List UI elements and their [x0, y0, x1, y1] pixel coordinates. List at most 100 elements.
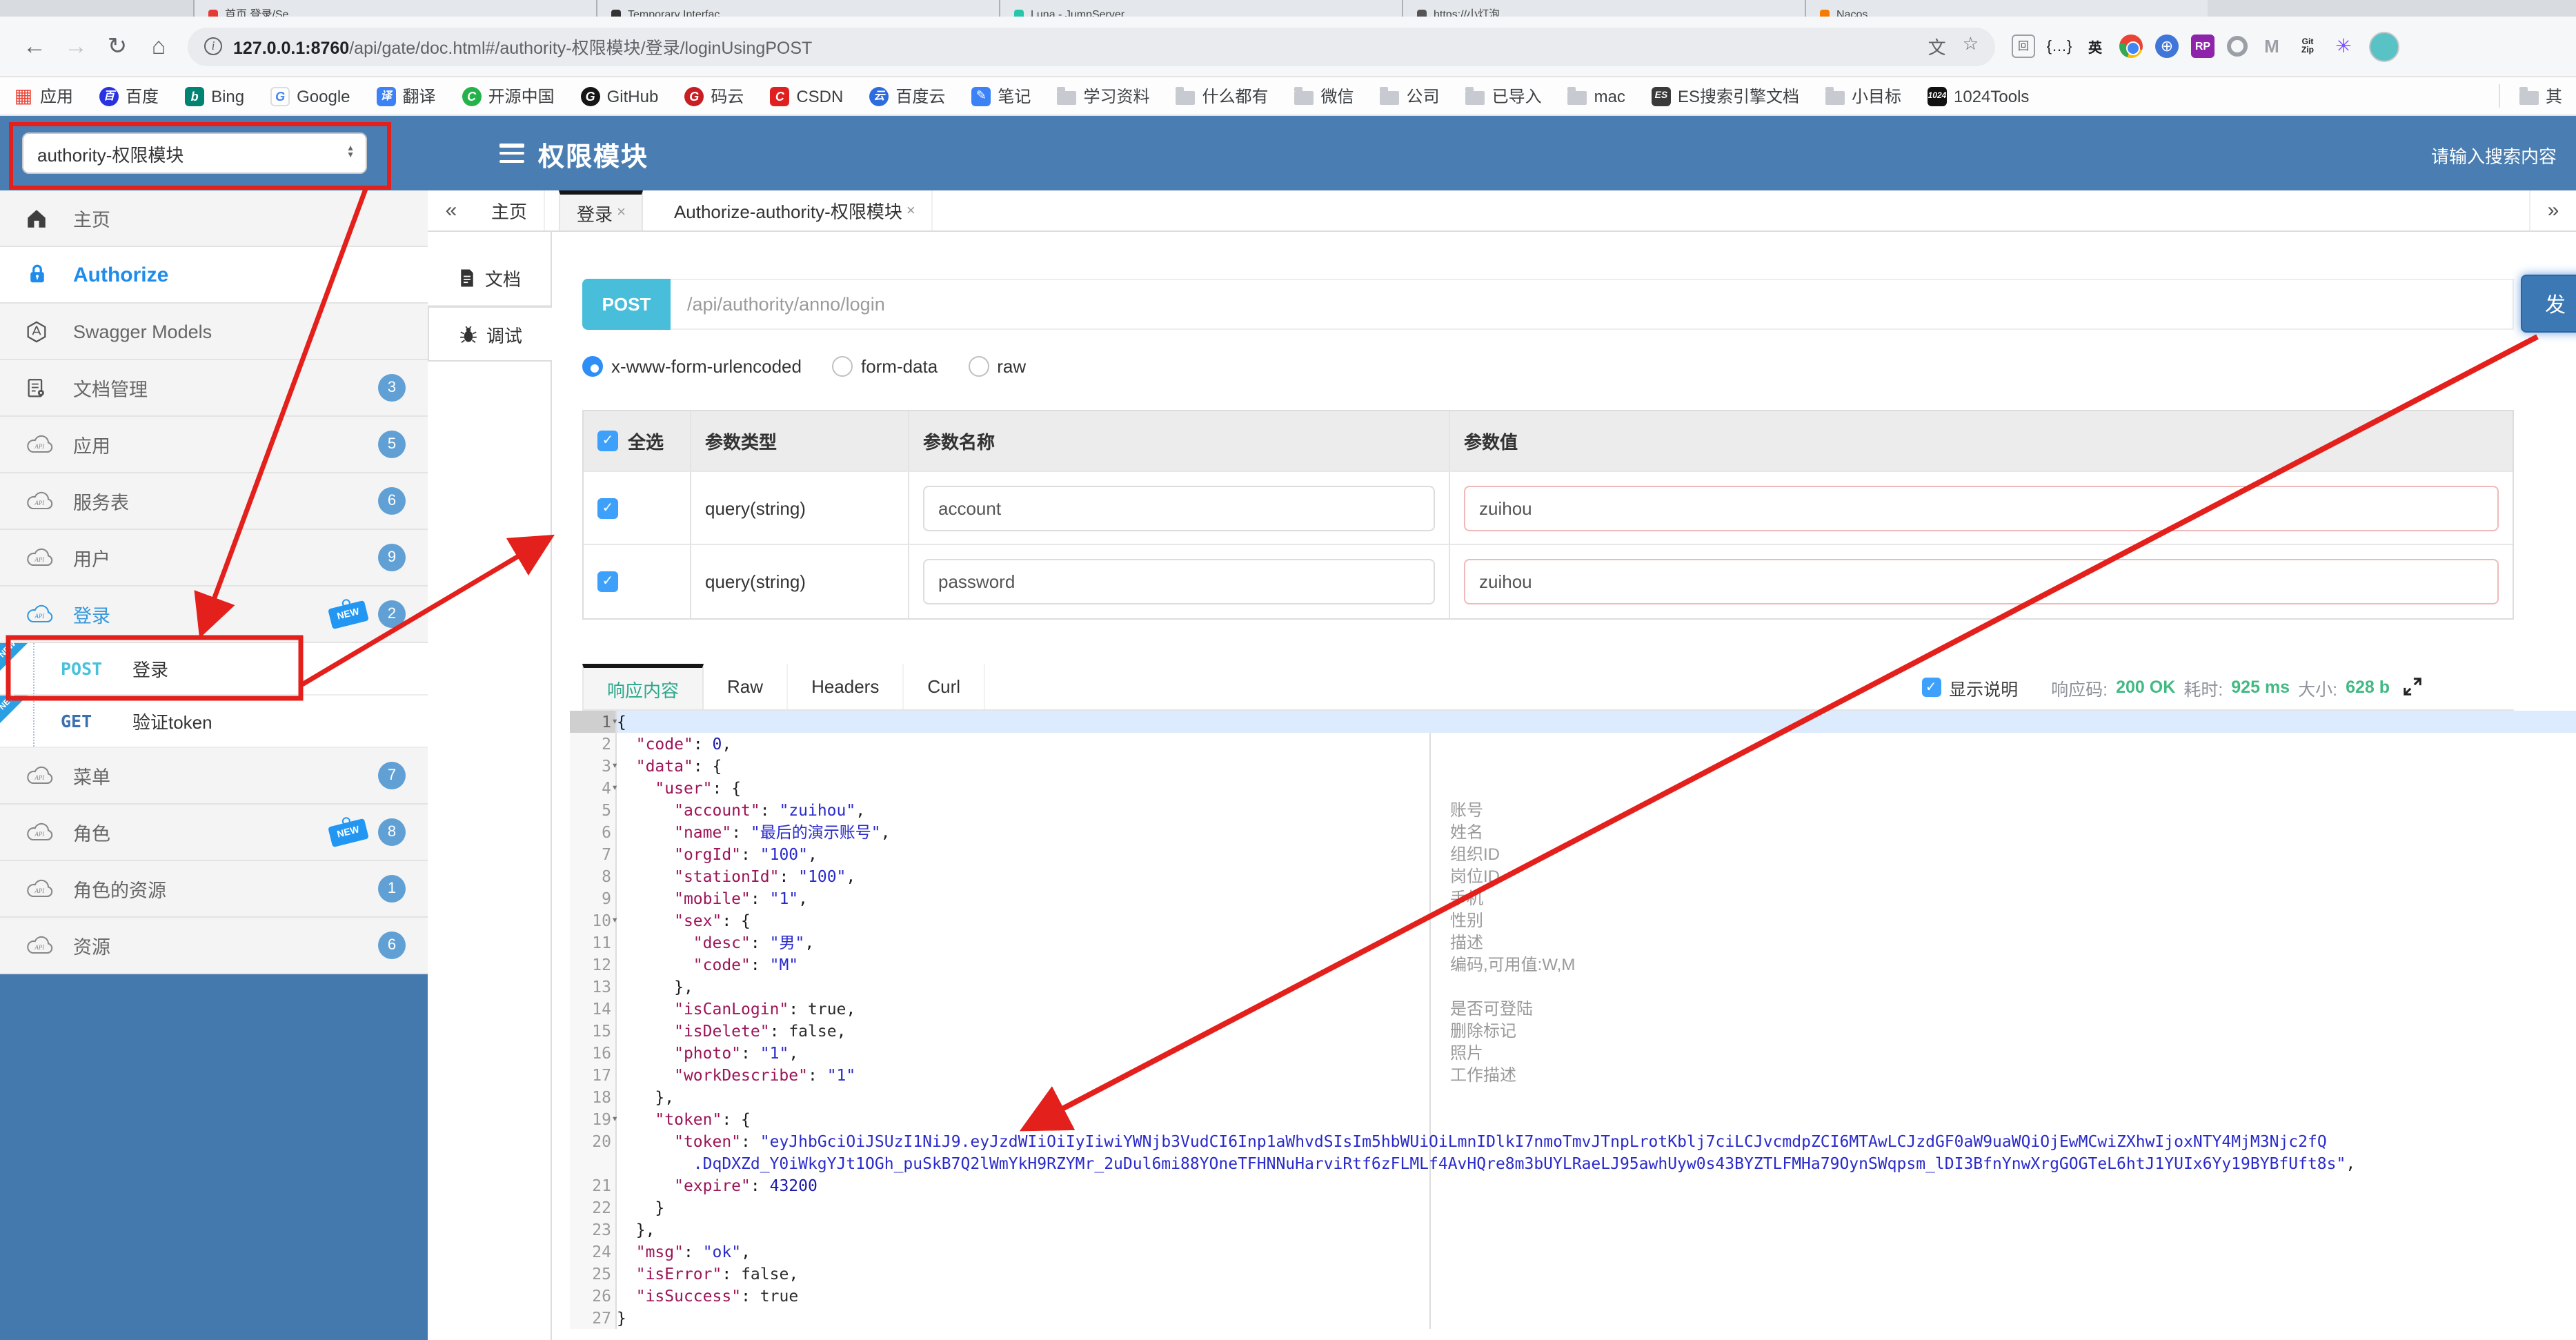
sidebar-item-Swagger Models[interactable]: Swagger Models [0, 304, 428, 360]
line-number[interactable]: 2 [570, 733, 615, 755]
oo-extension-icon[interactable] [2227, 36, 2248, 57]
line-number[interactable]: 24 [570, 1241, 615, 1263]
brace-extension-icon[interactable]: {…} [2047, 35, 2072, 58]
bookmark-item[interactable]: mac [1567, 86, 1625, 106]
gitzip-extension-icon[interactable]: Git Zip [2296, 35, 2319, 58]
bookmark-item[interactable]: 1024 1024Tools [1928, 86, 2029, 106]
sidebar-endpoint-登录[interactable]: NEW POST 登录 [0, 640, 428, 696]
sidebar-item-主页[interactable]: 主页 [0, 190, 428, 247]
line-number[interactable]: 27 [570, 1307, 615, 1329]
browser-tab[interactable]: Luna - JumpServer [999, 0, 1402, 17]
param-checkbox[interactable] [597, 497, 618, 518]
response-editor[interactable]: 1 ▾ 2 3 ▾ 4 ▾ 5 6 7 8 9 10 ▾ 11 12 13 14 15 16 17 18 19 ▾ 20 21 22… [570, 711, 2576, 1329]
line-number[interactable]: 22 [570, 1196, 615, 1219]
line-number[interactable]: 21 [570, 1174, 615, 1196]
radio-icon[interactable] [582, 356, 603, 377]
bookmark-item[interactable]: C CSDN [770, 86, 843, 106]
line-number[interactable]: 12 [570, 954, 615, 976]
param-value-input[interactable]: zuihou [1464, 485, 2499, 531]
sidebar-item-登录[interactable]: API 登录 NEW 2 [0, 587, 428, 643]
response-tab-Curl[interactable]: Curl [904, 664, 986, 709]
bookmark-item[interactable]: ▦ 应用 [14, 84, 73, 108]
line-number[interactable]: 14 [570, 998, 615, 1020]
line-number[interactable]: 6 [570, 821, 615, 843]
en-extension-icon[interactable]: 英 [2083, 35, 2107, 58]
site-info-icon[interactable]: i [204, 37, 222, 55]
bookmark-item[interactable]: 百百度 [99, 84, 159, 108]
close-tab-icon[interactable]: × [617, 204, 626, 221]
tabs-scroll-left-icon[interactable]: « [428, 190, 475, 230]
forward-icon[interactable]: → [55, 32, 97, 60]
radio-raw[interactable]: raw [968, 356, 1026, 377]
line-number[interactable]: 23 [570, 1219, 615, 1241]
line-number[interactable]: 16 [570, 1042, 615, 1064]
line-number[interactable]: 26 [570, 1285, 615, 1307]
radio-icon[interactable] [968, 356, 989, 377]
bookmark-item[interactable]: 已导入 [1465, 84, 1542, 108]
param-checkbox[interactable] [597, 571, 618, 592]
browser-tab[interactable]: Nacos [1805, 0, 2208, 17]
line-number[interactable]: 15 [570, 1020, 615, 1042]
bookmark-item[interactable]: C 开源中国 [462, 84, 555, 108]
sidebar-item-角色[interactable]: API 角色 NEW 8 [0, 805, 428, 861]
line-number[interactable]: 9 [570, 887, 615, 909]
browser-tab[interactable]: Temporary Interfac… [596, 0, 999, 17]
sidebar-item-Authorize[interactable]: Authorize [0, 247, 428, 304]
sidebar-item-菜单[interactable]: API 菜单 7 [0, 748, 428, 805]
qr-extension-icon[interactable]: 回 [2012, 35, 2035, 58]
line-number[interactable]: 4 ▾ [570, 777, 618, 799]
line-number[interactable]: 18 [570, 1086, 615, 1108]
bookmark-item[interactable]: 什么都有 [1176, 84, 1269, 108]
star8-extension-icon[interactable]: ✳ [2332, 35, 2355, 58]
select-all-checkbox[interactable] [597, 431, 618, 451]
bookmark-item[interactable]: G 码云 [684, 84, 744, 108]
line-number[interactable]: 5 [570, 799, 615, 821]
sidebar-item-资源[interactable]: API 资源 6 [0, 918, 428, 974]
bookmark-item[interactable]: ✎ 笔记 [971, 84, 1031, 108]
globe-extension-icon[interactable]: ⊕ [2155, 35, 2179, 58]
rp-extension-icon[interactable]: RP [2191, 35, 2215, 58]
other-bookmarks[interactable]: 其 [2498, 84, 2562, 108]
response-tab-响应内容[interactable]: 响应内容 [582, 664, 704, 709]
sidebar-item-文档管理[interactable]: 文档管理 3 [0, 360, 428, 417]
bookmark-item[interactable]: G Google [270, 86, 350, 106]
bookmark-item[interactable]: 译翻译 [376, 84, 436, 108]
tab-主页[interactable]: 主页 [475, 190, 546, 230]
tab-文档[interactable]: 文档 [428, 251, 551, 306]
line-number[interactable]: 1 ▾ [570, 711, 618, 733]
param-name-input[interactable]: password [923, 559, 1435, 604]
line-number[interactable]: 20 [570, 1130, 615, 1174]
line-number[interactable]: 11 [570, 932, 615, 954]
url-bar[interactable]: i 127.0.0.1:8760/api/gate/doc.html#/auth… [188, 27, 1995, 66]
param-name-input[interactable]: account [923, 485, 1435, 531]
chrome-extension-icon[interactable] [2119, 35, 2143, 58]
line-number[interactable]: 7 [570, 843, 615, 865]
bookmark-item[interactable]: b Bing [185, 86, 244, 106]
request-url-input[interactable]: /api/authority/anno/login [671, 279, 2514, 330]
tab-调试[interactable]: 调试 [428, 306, 552, 362]
bookmark-item[interactable]: G GitHub [580, 86, 658, 106]
tab-Authorize-authority-权限模块[interactable]: Authorize-authority-权限模块 × [657, 190, 933, 230]
translate-icon[interactable]: 文 [1928, 33, 1946, 59]
sidebar-endpoint-验证token[interactable]: NEW GET 验证token [0, 693, 428, 748]
line-number[interactable]: 8 [570, 865, 615, 887]
send-button[interactable]: 发 [2521, 275, 2576, 333]
radio-form-data[interactable]: form-data [831, 356, 938, 377]
bookmark-item[interactable]: ES ES搜索引擎文档 [1651, 84, 1799, 108]
radio-icon[interactable] [831, 356, 853, 377]
response-tab-Raw[interactable]: Raw [704, 664, 789, 709]
line-number[interactable]: 10 ▾ [570, 909, 618, 932]
response-tab-Headers[interactable]: Headers [788, 664, 904, 709]
sidebar-item-服务表[interactable]: API 服务表 6 [0, 473, 428, 530]
sidebar-item-应用[interactable]: API 应用 5 [0, 417, 428, 473]
line-number[interactable]: 17 [570, 1064, 615, 1086]
tabs-scroll-right-icon[interactable]: » [2529, 190, 2576, 230]
bookmark-star-icon[interactable]: ☆ [1963, 33, 1979, 59]
line-number[interactable]: 19 ▾ [570, 1108, 618, 1130]
profile-avatar[interactable] [2369, 31, 2399, 61]
module-select[interactable]: authority-权限模块 ▲ ▼ [22, 132, 367, 174]
sidebar-item-用户[interactable]: API 用户 9 [0, 530, 428, 587]
browser-tab[interactable]: https://小灯泡… [1402, 0, 1805, 17]
line-number[interactable]: 3 ▾ [570, 755, 618, 777]
sidebar-item-角色的资源[interactable]: API 角色的资源 1 [0, 861, 428, 918]
